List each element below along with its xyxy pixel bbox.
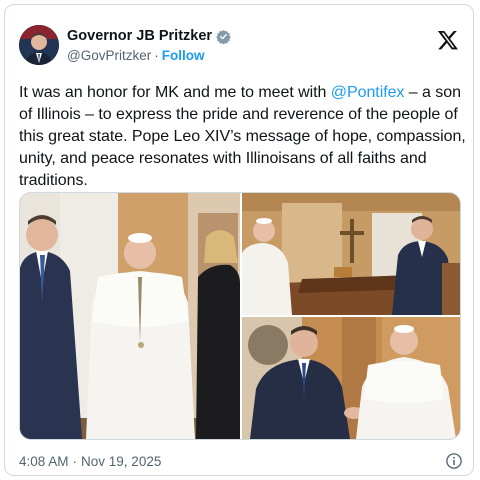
tweet-text-part1: It was an honor for MK and me to meet wi… (19, 84, 331, 101)
tweet-card: Governor JB Pritzker @GovPritzker · Foll… (4, 4, 474, 476)
mention-link[interactable]: @Pontifex (331, 84, 405, 101)
tweet-date[interactable]: Nov 19, 2025 (81, 454, 161, 469)
media-grid (19, 192, 461, 440)
author-name[interactable]: Governor JB Pritzker (67, 28, 212, 44)
meeting-at-desk-photo[interactable] (242, 193, 460, 315)
author-avatar[interactable] (19, 25, 59, 65)
handle-row: @GovPritzker · Follow (67, 48, 231, 63)
verified-badge-icon (216, 29, 231, 44)
tweet-text: It was an honor for MK and me to meet wi… (19, 82, 467, 192)
separator-dot: · (154, 48, 159, 63)
meta-separator: · (72, 453, 78, 469)
tweet-header: Governor JB Pritzker @GovPritzker · Foll… (19, 19, 463, 67)
x-logo-icon[interactable] (437, 29, 459, 51)
author-names: Governor JB Pritzker @GovPritzker · Foll… (67, 27, 231, 63)
follow-button[interactable]: Follow (162, 48, 205, 63)
tweet-time[interactable]: 4:08 AM (19, 454, 69, 469)
handshake-photo[interactable] (242, 317, 460, 439)
info-icon[interactable] (445, 452, 463, 470)
author-handle[interactable]: @GovPritzker (67, 48, 151, 63)
name-row: Governor JB Pritzker (67, 27, 231, 45)
tweet-meta: 4:08 AM · Nov 19, 2025 (19, 451, 463, 471)
group-photo[interactable] (20, 193, 240, 439)
